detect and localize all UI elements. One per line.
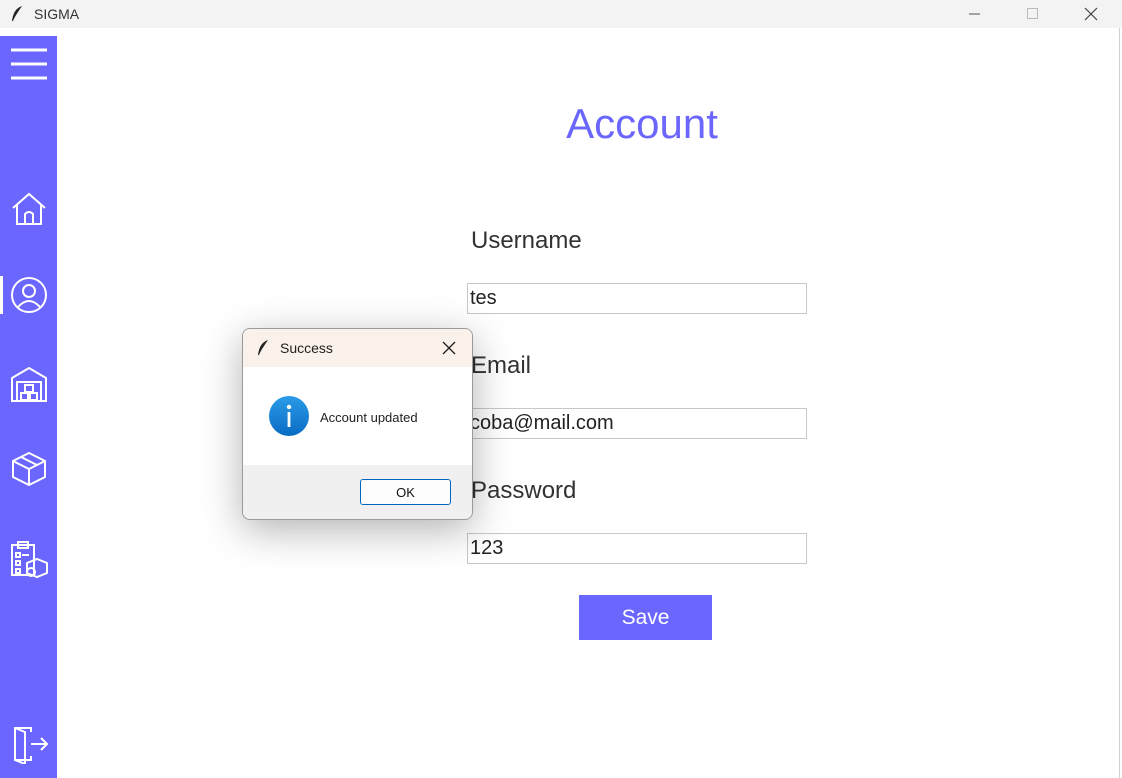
- package-box-icon: [11, 451, 46, 487]
- sidebar: [0, 36, 57, 778]
- sidebar-item-inventory[interactable]: [0, 531, 57, 587]
- username-label: Username: [471, 227, 582, 254]
- success-dialog: Success Account updated OK: [242, 328, 473, 520]
- close-icon: [442, 341, 456, 355]
- page-title: Account: [566, 100, 718, 147]
- sidebar-item-logout[interactable]: [0, 716, 57, 772]
- feather-icon: [12, 6, 22, 21]
- minimize-button[interactable]: [952, 0, 998, 28]
- sidebar-menu-toggle[interactable]: [0, 36, 57, 92]
- feather-icon: [258, 340, 268, 355]
- dialog-message: Account updated: [320, 410, 418, 425]
- close-icon: [1084, 7, 1098, 21]
- sidebar-item-home[interactable]: [0, 181, 57, 237]
- password-field[interactable]: [467, 533, 807, 564]
- maximize-button[interactable]: [1010, 0, 1056, 28]
- menu-icon: [10, 48, 47, 80]
- password-label: Password: [471, 477, 577, 504]
- email-field[interactable]: [467, 408, 807, 439]
- sidebar-item-warehouse[interactable]: [0, 356, 57, 412]
- dialog-close-button[interactable]: [439, 338, 459, 358]
- clipboard-inventory-icon: [10, 541, 48, 579]
- window-title: SIGMA: [34, 6, 80, 22]
- ok-button[interactable]: OK: [360, 479, 451, 505]
- window-titlebar: SIGMA: [0, 0, 1122, 28]
- save-button[interactable]: Save: [579, 595, 712, 640]
- email-label: Email: [471, 352, 532, 379]
- close-button[interactable]: [1068, 0, 1114, 28]
- info-icon: [269, 396, 309, 436]
- logout-icon: [13, 727, 48, 764]
- dialog-footer: OK: [243, 465, 472, 519]
- dialog-titlebar: Success: [243, 329, 472, 367]
- sidebar-item-account[interactable]: [0, 267, 57, 323]
- home-icon: [11, 192, 46, 225]
- maximize-icon: [1027, 8, 1038, 19]
- dialog-title: Success: [280, 340, 333, 356]
- username-field[interactable]: [467, 283, 807, 314]
- user-circle-icon: [10, 277, 47, 313]
- sidebar-item-products[interactable]: [0, 441, 57, 497]
- minimize-icon: [969, 13, 980, 15]
- window-border: [1119, 28, 1120, 778]
- warehouse-icon: [10, 366, 47, 402]
